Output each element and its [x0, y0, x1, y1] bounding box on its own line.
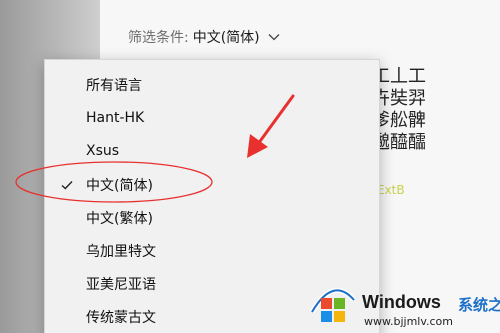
chevron-down-icon[interactable] — [268, 33, 280, 41]
dropdown-item-label: 乌加里特文 — [86, 243, 156, 260]
dropdown-item-label: 所有语言 — [86, 77, 142, 94]
dropdown-item-xsus[interactable]: Xsus — [45, 134, 379, 167]
font-glyph-preview: 工丄工 卉奘羿 爹舩髀 邈醯醽 — [372, 66, 442, 154]
glyph-line: 工丄工 — [372, 66, 426, 87]
dropdown-item-label: 传统蒙古文 — [86, 309, 156, 326]
dropdown-item-label: 中文(简体) — [86, 177, 153, 194]
filter-row[interactable]: 筛选条件: 中文(简体) — [128, 26, 280, 48]
watermark-subtitle: 系统之家 — [458, 296, 500, 314]
filter-selected-value[interactable]: 中文(简体) — [193, 27, 260, 47]
watermark-url: www.bjjmlv.com — [364, 315, 453, 328]
glyph-line: 爹舩髀 — [372, 110, 426, 131]
dropdown-item-chinese-traditional[interactable]: 中文(繁体) — [45, 201, 379, 234]
site-watermark: Windows 系统之家 www.bjjmlv.com — [298, 272, 500, 333]
watermark-title: Windows — [362, 292, 441, 312]
dropdown-item-label: Xsus — [86, 142, 120, 159]
checkmark-icon — [61, 180, 73, 189]
dropdown-item-label: 中文(繁体) — [86, 210, 153, 227]
dropdown-item-label: Hant-HK — [86, 109, 145, 126]
dropdown-item-all-languages[interactable]: 所有语言 — [45, 68, 379, 101]
dropdown-item-hant-hk[interactable]: Hant-HK — [45, 101, 379, 134]
dropdown-item-chinese-simplified[interactable]: 中文(简体) — [45, 168, 379, 201]
dropdown-item-ugaritic[interactable]: 乌加里特文 — [45, 234, 379, 267]
extension-label: ExtB — [377, 183, 405, 197]
glyph-line: 邈醯醽 — [372, 132, 426, 153]
windows-logo-icon — [309, 287, 356, 322]
dropdown-item-label: 亚美尼亚语 — [86, 276, 156, 293]
glyph-line: 卉奘羿 — [372, 88, 426, 109]
filter-label: 筛选条件: — [128, 30, 189, 46]
